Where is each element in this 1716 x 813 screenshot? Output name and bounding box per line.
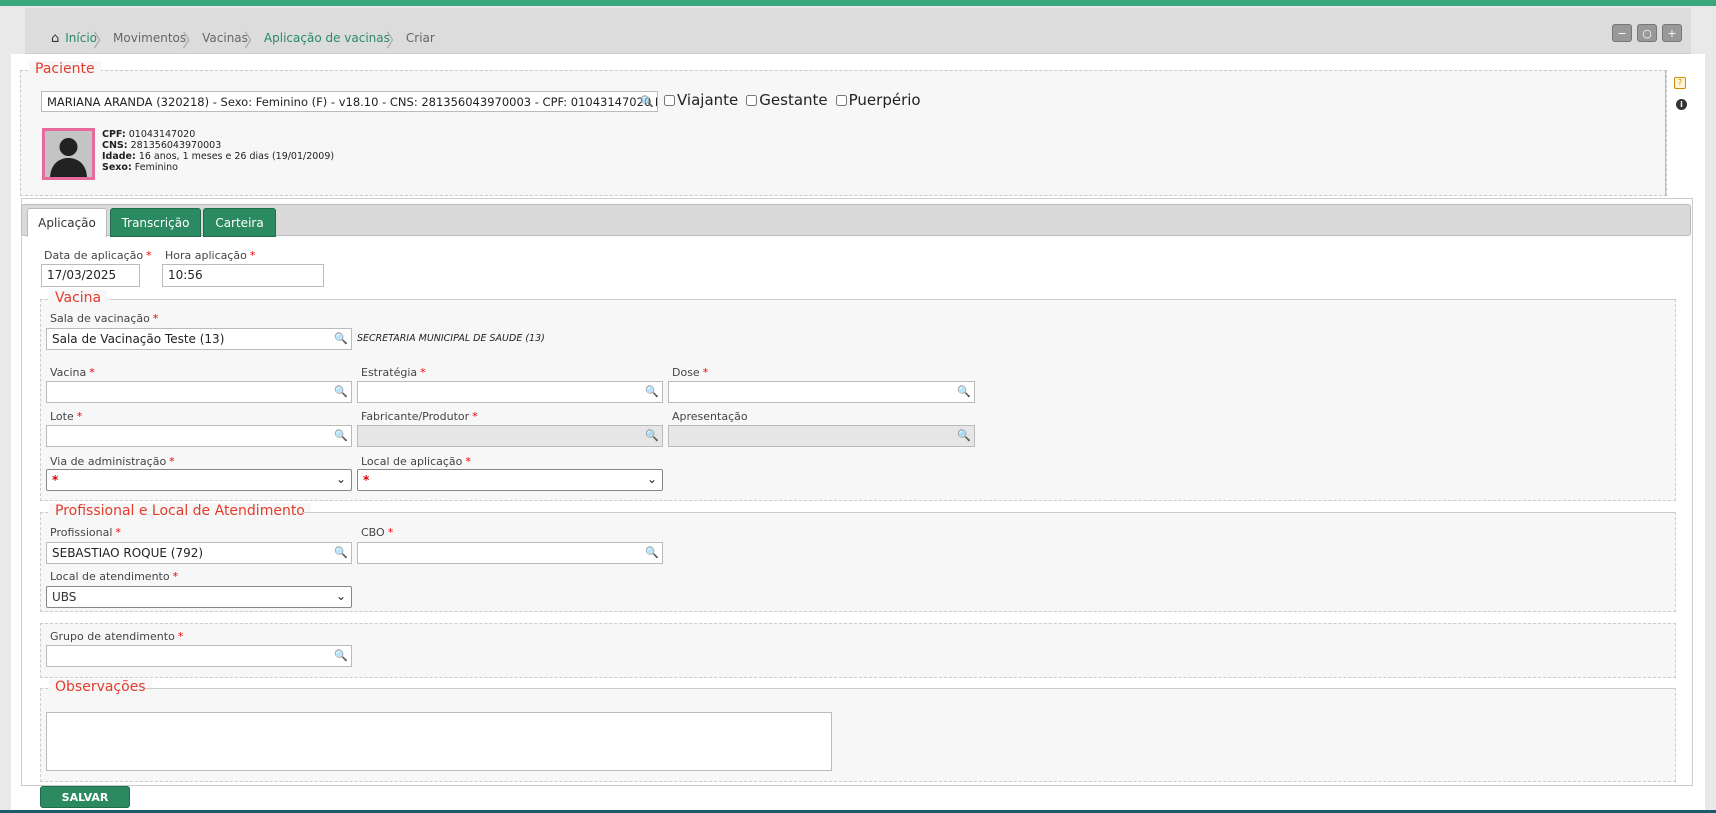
observacoes-legend: Observações (49, 679, 152, 695)
zoom-out-icon: − (1617, 26, 1627, 40)
sala-note: SECRETARIA MUNICIPAL DE SAUDE (13) (357, 333, 545, 344)
info-icon[interactable]: i (1676, 99, 1687, 110)
search-icon: 🔍 (957, 429, 971, 442)
search-icon: 🔍 (334, 385, 348, 398)
estrategia-label: Estratégia * (361, 366, 426, 379)
data-aplicacao-input[interactable]: 17/03/2025 (41, 264, 140, 287)
cbo-label: CBO * (361, 526, 394, 539)
tab-bar: Aplicação Transcrição Carteira (21, 204, 1691, 237)
via-administracao-select[interactable]: * ⌄ (46, 469, 352, 491)
search-icon: 🔍 (645, 546, 659, 559)
edit-icon[interactable]: ? (1674, 77, 1686, 89)
breadcrumb-aplicacao[interactable]: Aplicação de vacinas 〉 (256, 31, 404, 52)
breadcrumb-home[interactable]: ⌂ Início 〉 (43, 30, 111, 52)
profissional-legend: Profissional e Local de Atendimento (49, 503, 311, 519)
breadcrumb-bar: ⌂ Início 〉 Movimentos 〉 Vacinas 〉 Aplicaçã… (25, 8, 1691, 54)
breadcrumb-vacinas[interactable]: Vacinas 〉 (194, 31, 262, 52)
viajante-checkbox[interactable]: Viajante (664, 91, 738, 109)
search-icon: 🔍 (645, 429, 659, 442)
apresentacao-input: 🔍 (668, 425, 975, 447)
tab-transcricao[interactable]: Transcrição (110, 208, 201, 237)
zoom-reset-icon: ○ (1642, 26, 1652, 40)
breadcrumb-criar: Criar (405, 31, 435, 45)
local-aplicacao-select[interactable]: * ⌄ (357, 469, 663, 491)
patient-selector[interactable]: MARIANA ARANDA (320218) - Sexo: Feminino… (41, 91, 658, 112)
vacina-legend: Vacina (49, 290, 108, 306)
zoom-reset-button[interactable]: ○ (1637, 24, 1657, 42)
zoom-out-button[interactable]: − (1612, 24, 1632, 42)
grupo-atendimento-input[interactable]: 🔍 (46, 645, 352, 667)
fabricante-label: Fabricante/Produtor * (361, 410, 478, 423)
search-icon: 🔍 (334, 429, 348, 442)
cbo-input[interactable]: 🔍 (357, 542, 663, 564)
search-icon: 🔍 (334, 649, 348, 662)
observacoes-textarea[interactable] (46, 712, 832, 771)
zoom-in-icon: + (1667, 26, 1677, 40)
patient-legend: Paciente (29, 61, 101, 77)
grupo-label: Grupo de atendimento * (50, 630, 184, 643)
save-button[interactable]: SALVAR (40, 786, 130, 808)
search-icon: 🔍 (640, 95, 654, 108)
vacina-label: Vacina * (50, 366, 95, 379)
search-icon: 🔍 (957, 385, 971, 398)
local-aplicacao-label: Local de aplicação * (361, 455, 471, 468)
patient-info: CPF: 01043147020 CNS: 281356043970003 Id… (102, 129, 335, 173)
zoom-in-button[interactable]: + (1662, 24, 1682, 42)
hora-label: Hora aplicação * (165, 249, 256, 262)
dose-label: Dose * (672, 366, 709, 379)
avatar (42, 128, 95, 180)
chevron-down-icon: ⌄ (335, 589, 346, 603)
lote-label: Lote * (50, 410, 83, 423)
dose-input[interactable]: 🔍 (668, 381, 975, 403)
profissional-label: Profissional * (50, 526, 121, 539)
apresentacao-label: Apresentação (672, 410, 748, 423)
lote-input[interactable]: 🔍 (46, 425, 352, 447)
puerperio-checkbox[interactable]: Puerpério (835, 91, 921, 109)
top-accent-bar (0, 0, 1716, 6)
search-icon: 🔍 (334, 332, 348, 345)
sala-vacinacao-input[interactable]: Sala de Vacinação Teste (13) 🔍 (46, 328, 352, 350)
fabricante-input: 🔍 (357, 425, 663, 447)
chevron-down-icon: ⌄ (335, 472, 346, 486)
profissional-input[interactable]: SEBASTIAO ROQUE (792) 🔍 (46, 542, 352, 564)
tab-aplicacao[interactable]: Aplicação (27, 208, 107, 237)
tab-carteira[interactable]: Carteira (203, 208, 276, 237)
breadcrumb: ⌂ Início 〉 Movimentos 〉 Vacinas 〉 Aplicaçã… (43, 22, 443, 54)
chevron-down-icon: ⌄ (646, 472, 657, 486)
data-label: Data de aplicação * (44, 249, 152, 262)
home-icon: ⌂ (51, 30, 60, 46)
via-label: Via de administração * (50, 455, 175, 468)
estrategia-input[interactable]: 🔍 (357, 381, 663, 403)
vacina-input[interactable]: 🔍 (46, 381, 352, 403)
local-atendimento-label: Local de atendimento * (50, 570, 179, 583)
local-atendimento-select[interactable]: UBS ⌄ (46, 586, 352, 608)
search-icon: 🔍 (334, 546, 348, 559)
sala-label: Sala de vacinação * (50, 312, 159, 325)
hora-aplicacao-input[interactable]: 10:56 (162, 264, 324, 287)
patient-flags: Viajante Gestante Puerpério (664, 91, 921, 109)
gestante-checkbox[interactable]: Gestante (746, 91, 828, 109)
breadcrumb-movimentos[interactable]: Movimentos 〉 (105, 31, 200, 52)
search-icon: 🔍 (645, 385, 659, 398)
